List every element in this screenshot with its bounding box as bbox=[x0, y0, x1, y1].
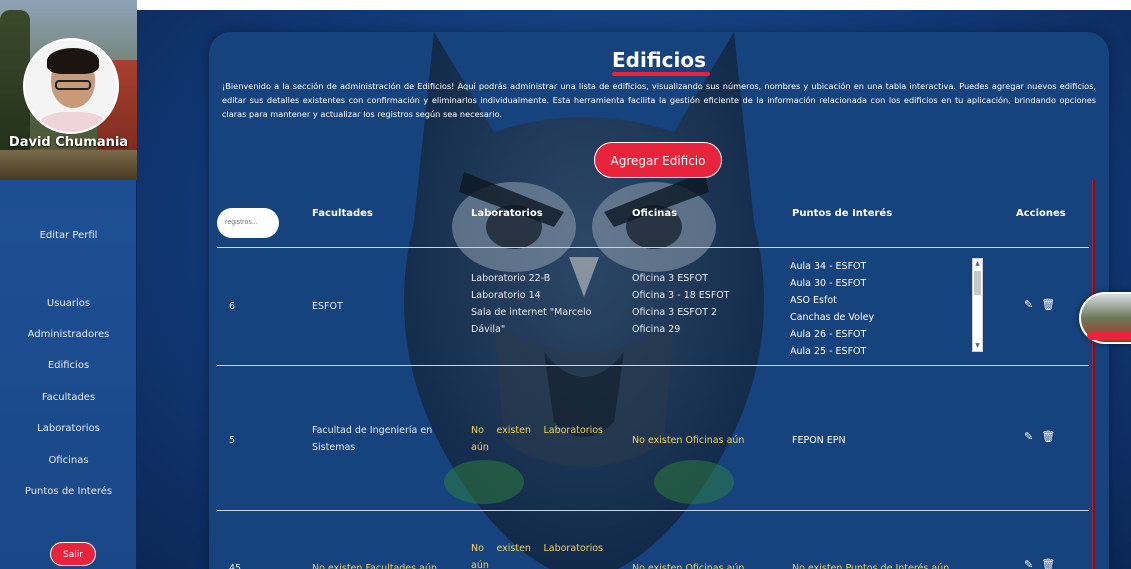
row2-facultad: Facultad de Ingeniería en Sistemas bbox=[312, 422, 432, 456]
avatar[interactable] bbox=[23, 38, 119, 134]
page-scrollbar[interactable] bbox=[1092, 180, 1095, 569]
row2-number: 5 bbox=[229, 435, 236, 446]
header-facultades[interactable]: Facultades bbox=[312, 208, 373, 219]
row1-punto-2: Aula 30 - ESFOT bbox=[790, 278, 867, 289]
row1-oficina-3: Oficina 3 ESFOT 2 bbox=[632, 307, 718, 318]
row2-laboratorios-empty: No existen Laboratorios aún bbox=[471, 422, 603, 456]
sidebar-item-puntos-de-interes[interactable]: Puntos de Interés bbox=[0, 486, 137, 497]
header-acciones: Acciones bbox=[1016, 208, 1066, 219]
row1-punto-5: Aula 26 - ESFOT bbox=[790, 329, 867, 340]
row2-divider bbox=[217, 510, 1089, 511]
row1-punto-1: Aula 34 - ESFOT bbox=[790, 261, 867, 272]
add-building-button[interactable]: Agregar Edificio bbox=[594, 142, 722, 178]
row1-lab-4: Dávila" bbox=[471, 324, 506, 335]
floating-profile-thumbnail[interactable] bbox=[1079, 292, 1131, 344]
sidebar-item-facultades[interactable]: Facultades bbox=[0, 392, 137, 403]
logout-button[interactable]: Salir bbox=[50, 542, 96, 566]
trash-icon[interactable]: 🗑 bbox=[1041, 298, 1055, 311]
edit-icon[interactable]: ✎ bbox=[1024, 430, 1033, 443]
trash-icon[interactable]: 🗑 bbox=[1041, 430, 1055, 443]
sidebar-item-edificios[interactable]: Edificios bbox=[0, 360, 137, 371]
row1-laboratorios: Laboratorio 22-B Laboratorio 14 Sala de … bbox=[471, 270, 591, 338]
sidebar: David Chumania Editar Perfil Usuarios Ad… bbox=[0, 0, 137, 569]
row3-actions: ✎ 🗑 bbox=[1024, 558, 1063, 569]
main-area: Edificios ¡Bienvenido a la sección de ad… bbox=[137, 0, 1131, 569]
avatar-hair bbox=[47, 48, 99, 74]
top-strip bbox=[137, 0, 1131, 10]
intro-text: ¡Bienvenido a la sección de administraci… bbox=[222, 81, 1096, 119]
header-oficinas[interactable]: Oficinas bbox=[632, 208, 677, 219]
row3-laboratorios-empty: No existen Laboratorios aún bbox=[471, 540, 603, 569]
edit-icon[interactable]: ✎ bbox=[1024, 558, 1033, 569]
row1-oficina-4: Oficina 29 bbox=[632, 324, 681, 335]
row3-facultad-empty: No existen Facultades aún bbox=[312, 563, 437, 569]
row1-number: 6 bbox=[229, 301, 236, 312]
row1-oficina-2: Oficina 3 - 18 ESFOT bbox=[632, 290, 730, 301]
row2-oficinas-empty: No existen Oficinas aún bbox=[632, 435, 745, 446]
header-puntos-de-interes[interactable]: Puntos de Interés bbox=[792, 208, 892, 219]
row1-oficina-1: Oficina 3 ESFOT bbox=[632, 273, 709, 284]
row2-lab-empty-line-1: No existen Laboratorios bbox=[471, 425, 603, 436]
sidebar-item-usuarios[interactable]: Usuarios bbox=[0, 298, 137, 309]
sidebar-item-oficinas[interactable]: Oficinas bbox=[0, 455, 137, 466]
row3-lab-empty-line-1: No existen Laboratorios bbox=[471, 543, 603, 554]
row2-actions: ✎ 🗑 bbox=[1024, 430, 1063, 443]
content-panel: Edificios ¡Bienvenido a la sección de ad… bbox=[209, 32, 1109, 569]
sidebar-item-laboratorios[interactable]: Laboratorios bbox=[0, 423, 137, 434]
row1-puntos-list[interactable]: Aula 34 - ESFOT Aula 30 - ESFOT ASO Esfo… bbox=[790, 258, 984, 354]
row1-punto-4: Canchas de Voley bbox=[790, 312, 875, 323]
row1-punto-6: Aula 25 - ESFOT bbox=[790, 346, 867, 354]
sidebar-item-administradores[interactable]: Administradores bbox=[0, 329, 137, 340]
row3-puntos-empty: No existen Puntos de Interés aún bbox=[792, 563, 950, 569]
edit-icon[interactable]: ✎ bbox=[1024, 298, 1033, 311]
trash-icon[interactable]: 🗑 bbox=[1041, 558, 1055, 569]
row1-oficinas: Oficina 3 ESFOT Oficina 3 - 18 ESFOT Ofi… bbox=[632, 270, 730, 338]
row3-lab-empty-line-2: aún bbox=[471, 560, 489, 569]
row1-lab-3: Sala de internet "Marcelo bbox=[471, 307, 592, 318]
row2-facultad-line-1: Facultad de Ingeniería en bbox=[312, 425, 433, 436]
row3-number: 45 bbox=[229, 563, 242, 569]
sidebar-item-editar-perfil[interactable]: Editar Perfil bbox=[0, 230, 137, 241]
row2-lab-empty-line-2: aún bbox=[471, 442, 489, 453]
row1-actions: ✎ 🗑 bbox=[1024, 298, 1063, 311]
row1-divider bbox=[217, 365, 1089, 366]
avatar-shirt bbox=[37, 112, 109, 132]
row1-lab-1: Laboratorio 22-B bbox=[471, 273, 551, 284]
scroll-up-icon[interactable]: ▲ bbox=[973, 259, 982, 269]
header-divider bbox=[217, 247, 1089, 248]
profile-name: David Chumania bbox=[8, 135, 129, 150]
title-underline bbox=[612, 72, 710, 76]
avatar-glasses bbox=[55, 80, 91, 90]
scroll-down-icon[interactable]: ▼ bbox=[973, 341, 982, 351]
row1-punto-3: ASO Esfot bbox=[790, 295, 837, 306]
row2-facultad-line-2: Sistemas bbox=[312, 442, 356, 453]
search-input[interactable] bbox=[217, 208, 279, 238]
header-laboratorios[interactable]: Laboratorios bbox=[471, 208, 543, 219]
row3-oficinas-empty: No existen Oficinas aún bbox=[632, 563, 745, 569]
row2-puntos: FEPON EPN bbox=[792, 435, 846, 446]
row1-lab-2: Laboratorio 14 bbox=[471, 290, 541, 301]
row1-puntos-scrollbar[interactable]: ▲ ▼ bbox=[972, 258, 983, 352]
scroll-thumb[interactable] bbox=[974, 271, 981, 295]
row1-facultad: ESFOT bbox=[312, 301, 343, 312]
ground-decoration bbox=[0, 150, 137, 180]
page-title: Edificios bbox=[611, 48, 706, 72]
